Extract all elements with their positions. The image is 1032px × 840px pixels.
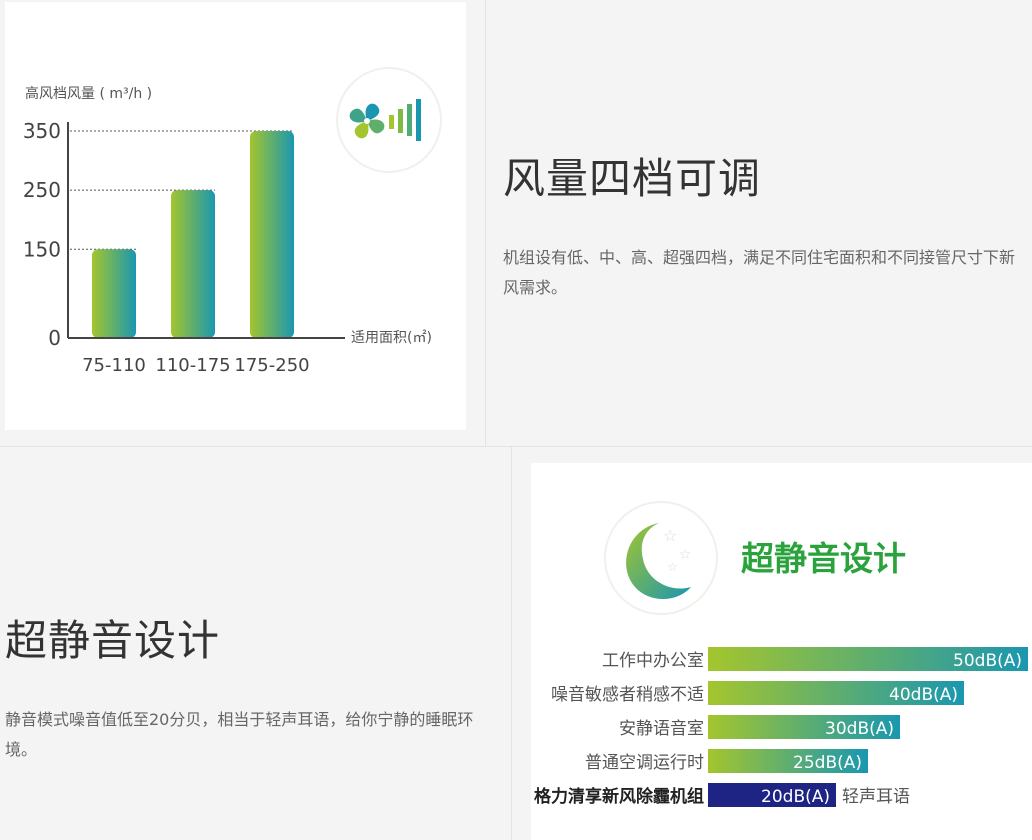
noise-category-label: 安静语音室 — [619, 719, 704, 739]
noise-comparison-chart: ☆ ☆ ☆ 超静音设计 工作中办公室 50dB(A) 噪音敏感者稍感不适 40dB(A… — [534, 501, 1028, 807]
fan-signal-icon — [336, 67, 442, 173]
noise-category-label: 普通空调运行时 — [585, 753, 704, 773]
y-axis-label: 高风档风量 ( m³/h ) — [25, 85, 152, 102]
noise-annotation: 轻声耳语 — [842, 787, 910, 807]
airflow-chart-panel: 高风档风量 ( m³/h ) 0 150 250 350 75-110 110-175 1… — [5, 2, 466, 430]
noise-value-label: 30dB(A) — [825, 719, 894, 739]
moon-stars-icon: ☆ ☆ ☆ — [604, 501, 718, 615]
silence-description: 静音模式噪音值低至20分贝，相当于轻声耳语，给你宁静的睡眠环境。 — [5, 710, 474, 759]
noise-value-label: 25dB(A) — [793, 753, 862, 773]
y-tick-label: 0 — [48, 326, 61, 350]
x-tick-label: 175-250 — [234, 355, 309, 376]
noise-category-label: 格力清享新风除霾机组 — [534, 786, 704, 807]
airflow-section: 高风档风量 ( m³/h ) 0 150 250 350 75-110 110-175 1… — [0, 0, 1032, 447]
noise-category-label: 工作中办公室 — [602, 651, 704, 671]
y-tick-label: 250 — [23, 178, 61, 202]
svg-text:☆: ☆ — [679, 547, 692, 563]
noise-chart-title: 超静音设计 — [741, 539, 906, 578]
airflow-heading: 风量四档可调 — [503, 154, 762, 203]
y-tick-label: 350 — [23, 119, 61, 143]
svg-text:☆: ☆ — [663, 526, 677, 545]
noise-value-label: 40dB(A) — [889, 685, 958, 705]
noise-chart-panel: ☆ ☆ ☆ 超静音设计 工作中办公室 50dB(A) 噪音敏感者稍感不适 40dB(A… — [531, 463, 1032, 840]
silence-heading: 超静音设计 — [5, 616, 221, 665]
bar — [171, 190, 215, 338]
bar — [92, 249, 136, 338]
x-axis-label: 适用面积(㎡) — [351, 330, 432, 346]
x-tick-label: 110-175 — [155, 355, 230, 376]
svg-text:☆: ☆ — [667, 560, 678, 574]
noise-value-label: 50dB(A) — [953, 651, 1022, 671]
x-tick-label: 75-110 — [82, 355, 146, 376]
noise-value-label: 20dB(A) — [761, 787, 830, 807]
bar — [250, 131, 294, 338]
airflow-bar-chart: 高风档风量 ( m³/h ) 0 150 250 350 75-110 110-175 1… — [23, 67, 442, 376]
silence-section: 超静音设计 静音模式噪音值低至20分贝，相当于轻声耳语，给你宁静的睡眠环境。 ☆… — [0, 447, 1032, 840]
airflow-description: 机组设有低、中、高、超强四档，满足不同住宅面积和不同接管尺寸下新风需求。 — [503, 248, 1016, 297]
noise-category-label: 噪音敏感者稍感不适 — [551, 685, 704, 705]
y-tick-label: 150 — [23, 237, 61, 261]
